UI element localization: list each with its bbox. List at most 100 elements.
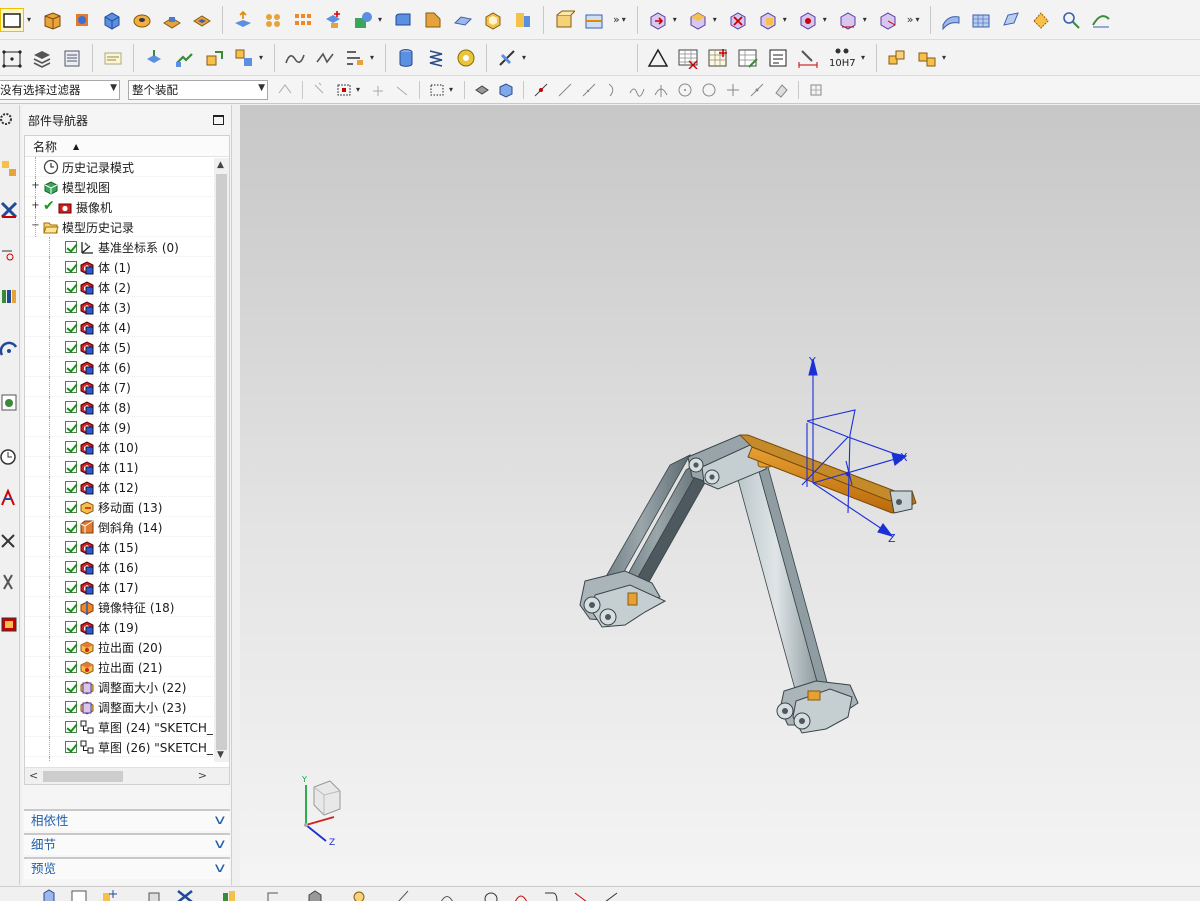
tree-row[interactable]: 体 (15) xyxy=(25,537,229,557)
feature-visibility-checkbox[interactable] xyxy=(65,361,77,373)
cylinder-icon[interactable] xyxy=(394,46,418,70)
expand-icon[interactable]: + xyxy=(31,181,40,191)
snap-icon[interactable] xyxy=(394,887,412,901)
fillet-icon[interactable] xyxy=(542,887,560,901)
grid-snap-icon[interactable] xyxy=(706,46,730,70)
tree-row[interactable]: 倒斜角 (14) xyxy=(25,517,229,537)
tree-row[interactable]: 体 (2) xyxy=(25,277,229,297)
mid-point-icon[interactable] xyxy=(580,81,598,99)
unite-icon[interactable] xyxy=(321,8,345,32)
assembly-scope-dropdown[interactable]: 整个装配 ▼ xyxy=(128,79,268,100)
weld-icon[interactable] xyxy=(495,46,519,70)
pattern-feature-icon[interactable] xyxy=(261,8,285,32)
system-materials-icon[interactable] xyxy=(0,529,18,553)
details-panel-header[interactable]: 细节 v xyxy=(24,833,230,855)
tree-row[interactable]: 体 (7) xyxy=(25,377,229,397)
horizontal-scrollbar[interactable]: < > xyxy=(25,767,229,784)
tree-row[interactable]: 体 (3) xyxy=(25,297,229,317)
thicken-icon[interactable] xyxy=(231,8,255,32)
feature-visibility-checkbox[interactable] xyxy=(65,641,77,653)
measure-icon[interactable] xyxy=(343,46,367,70)
resize-face-icon[interactable] xyxy=(796,8,820,32)
tree-row[interactable]: + 模型视图 xyxy=(25,177,229,197)
web-browser-icon[interactable] xyxy=(0,391,18,415)
scroll-right-icon[interactable]: > xyxy=(198,769,207,782)
feature-visibility-checkbox[interactable] xyxy=(65,261,77,273)
right-clevis-bracket[interactable] xyxy=(776,680,859,734)
end-point-icon[interactable] xyxy=(556,81,574,99)
snap-point-icon[interactable] xyxy=(532,81,550,99)
feature-visibility-checkbox[interactable] xyxy=(65,741,77,753)
triangle-icon[interactable] xyxy=(646,46,670,70)
sketch-tools-icon[interactable] xyxy=(438,887,456,901)
tree-row[interactable]: 体 (9) xyxy=(25,417,229,437)
offset-face-icon[interactable] xyxy=(511,8,535,32)
chevron-down-icon[interactable]: ▾ xyxy=(863,15,871,24)
assembly-cubes-icon[interactable] xyxy=(885,46,909,70)
move-component-icon[interactable] xyxy=(202,46,226,70)
chevron-down-icon[interactable]: ▾ xyxy=(942,53,950,62)
feature-visibility-checkbox[interactable] xyxy=(65,581,77,593)
tree-row[interactable]: 草图 (26) "SKETCH_ xyxy=(25,737,229,757)
layer-category-icon[interactable] xyxy=(60,46,84,70)
surface-through-curves-icon[interactable] xyxy=(939,8,963,32)
tree-row[interactable]: − 模型历史记录 xyxy=(25,217,229,237)
scrollbar-thumb[interactable] xyxy=(216,174,227,750)
boss-icon[interactable] xyxy=(160,8,184,32)
gear-icon[interactable] xyxy=(0,109,18,133)
group-face-icon[interactable] xyxy=(876,8,900,32)
chevron-down-icon[interactable]: ▾ xyxy=(259,53,267,62)
history-clock-icon[interactable] xyxy=(0,445,18,469)
chevron-down-icon[interactable]: ▾ xyxy=(370,53,378,62)
scrollbar-thumb[interactable] xyxy=(43,771,123,782)
feature-visibility-checkbox[interactable] xyxy=(65,281,77,293)
arc-center-icon[interactable] xyxy=(652,81,670,99)
feature-visibility-checkbox[interactable] xyxy=(65,301,77,313)
arc-icon[interactable] xyxy=(512,887,530,901)
spring-icon[interactable] xyxy=(424,46,448,70)
curve-icon[interactable] xyxy=(313,46,337,70)
tree-row[interactable]: 体 (4) xyxy=(25,317,229,337)
view-triad[interactable] xyxy=(304,780,341,842)
dependencies-panel-header[interactable]: 相依性 v xyxy=(24,809,230,831)
tree-row[interactable]: 体 (16) xyxy=(25,557,229,577)
collapse-icon[interactable]: − xyxy=(31,221,40,231)
tree-row[interactable]: 拉伸 (27) xyxy=(25,757,229,761)
view-orient-icon[interactable] xyxy=(40,887,58,901)
revolve-icon[interactable] xyxy=(70,8,94,32)
constraint-icon[interactable] xyxy=(176,887,194,901)
tree-row[interactable]: 调整面大小 (22) xyxy=(25,677,229,697)
trim-icon[interactable] xyxy=(572,887,590,901)
roles-icon[interactable] xyxy=(0,571,18,595)
sort-ascending-icon[interactable]: ▲ xyxy=(73,142,79,151)
fit-tolerance-icon[interactable]: 10H7 xyxy=(826,46,858,70)
tree-row[interactable]: 体 (1) xyxy=(25,257,229,277)
sync-modeling-move-icon[interactable] xyxy=(646,8,670,32)
scroll-up-icon[interactable]: ▲ xyxy=(217,160,224,170)
preview-panel-header[interactable]: 预览 v xyxy=(24,857,230,879)
edge-blend-icon[interactable] xyxy=(391,8,415,32)
linear-dimension-face-icon[interactable] xyxy=(836,8,860,32)
replace-face-icon[interactable] xyxy=(756,8,780,32)
chamfer-icon[interactable] xyxy=(421,8,445,32)
tangent-point-icon[interactable] xyxy=(676,81,694,99)
light-icon[interactable] xyxy=(350,887,368,901)
split-body-icon[interactable] xyxy=(582,8,606,32)
chevron-down-icon[interactable]: ▾ xyxy=(27,15,35,24)
chevron-down-icon[interactable]: ▾ xyxy=(622,15,630,24)
swept-icon[interactable] xyxy=(999,8,1023,32)
reference-set-icon[interactable] xyxy=(146,887,164,901)
control-point-icon[interactable] xyxy=(604,81,622,99)
draft-icon[interactable] xyxy=(451,8,475,32)
feature-visibility-checkbox[interactable] xyxy=(65,441,77,453)
expand-icon[interactable]: + xyxy=(31,201,40,211)
n-sided-surface-icon[interactable] xyxy=(1029,8,1053,32)
surface-mesh-icon[interactable] xyxy=(969,8,993,32)
component-array-icon[interactable] xyxy=(915,46,939,70)
tree-row[interactable]: + ✔ 摄像机 xyxy=(25,197,229,217)
select-add-icon[interactable] xyxy=(369,81,387,99)
left-clevis-bracket[interactable] xyxy=(579,570,667,628)
chevron-down-icon[interactable]: ▾ xyxy=(713,15,721,24)
system-scenes-icon[interactable] xyxy=(0,613,18,637)
feature-visibility-checkbox[interactable] xyxy=(65,521,77,533)
